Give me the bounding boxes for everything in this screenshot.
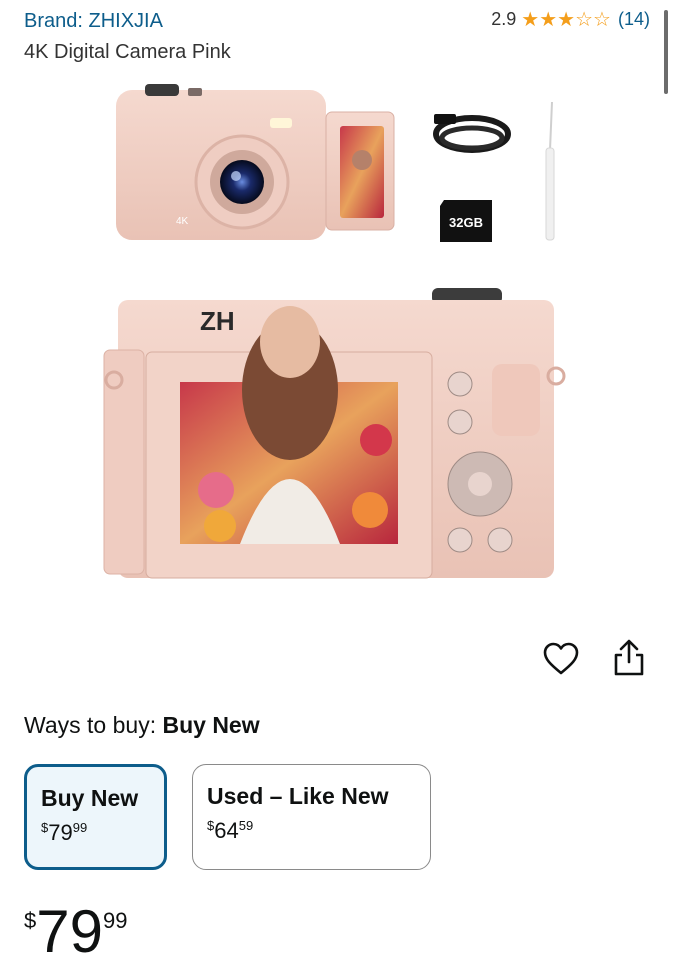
rating-count[interactable]: (14) xyxy=(618,9,650,30)
star-full-icon: ★ xyxy=(539,8,558,31)
share-icon xyxy=(614,639,644,676)
svg-text:4K: 4K xyxy=(176,216,189,227)
add-to-list-button[interactable] xyxy=(542,640,580,678)
buy-new-option[interactable]: Buy New $ 79 99 xyxy=(24,764,167,870)
option-price: $ 79 99 xyxy=(41,820,150,846)
option-label: Used – Like New xyxy=(207,783,389,809)
used-like-new-option[interactable]: Used – Like New $ 64 59 xyxy=(192,764,431,870)
price-symbol: $ xyxy=(24,908,37,933)
star-empty-icon: ☆ xyxy=(593,8,611,31)
rating-summary[interactable]: 2.9 ★ ★ ★ ☆ ☆ (14) xyxy=(491,9,650,30)
price-symbol: $ xyxy=(207,818,215,833)
rating-value: 2.9 xyxy=(491,9,517,29)
large-camera-image: ZH xyxy=(103,288,566,579)
small-camera-image: 4K xyxy=(116,84,395,240)
star-full-icon: ★ xyxy=(557,8,576,31)
product-price: $ 79 99 xyxy=(24,902,127,960)
ways-to-buy-selected: Buy New xyxy=(162,712,260,738)
ways-to-buy-heading: Ways to buy: Buy New xyxy=(24,712,260,739)
ways-to-buy-prefix: Ways to buy: xyxy=(24,712,157,738)
product-image[interactable]: 4K 32GB ZH xyxy=(100,80,580,590)
heart-icon xyxy=(543,642,579,675)
option-price: $ 64 59 xyxy=(207,818,416,844)
price-cents: 59 xyxy=(238,818,254,833)
price-whole: 64 xyxy=(214,818,239,843)
share-button[interactable] xyxy=(610,638,648,678)
price-whole: 79 xyxy=(48,820,73,845)
wrist-strap-image xyxy=(545,101,555,241)
star-full-icon: ★ xyxy=(521,8,540,31)
option-label: Buy New xyxy=(41,785,139,811)
brand-link[interactable]: Brand: ZHIXJIA xyxy=(24,10,163,33)
star-empty-icon: ☆ xyxy=(575,8,594,31)
rating-stars: ★ ★ ★ ☆ ☆ xyxy=(521,10,611,30)
sd-card-image: 32GB xyxy=(440,200,492,242)
scrollbar[interactable] xyxy=(664,10,668,94)
svg-text:32GB: 32GB xyxy=(449,215,483,230)
price-cents: 99 xyxy=(103,908,128,933)
price-symbol: $ xyxy=(41,820,49,835)
price-whole: 79 xyxy=(36,898,103,960)
product-title: 4K Digital Camera Pink xyxy=(24,41,231,63)
price-cents: 99 xyxy=(72,820,88,835)
usb-cable-image xyxy=(433,114,511,153)
svg-text:ZH: ZH xyxy=(200,306,235,336)
